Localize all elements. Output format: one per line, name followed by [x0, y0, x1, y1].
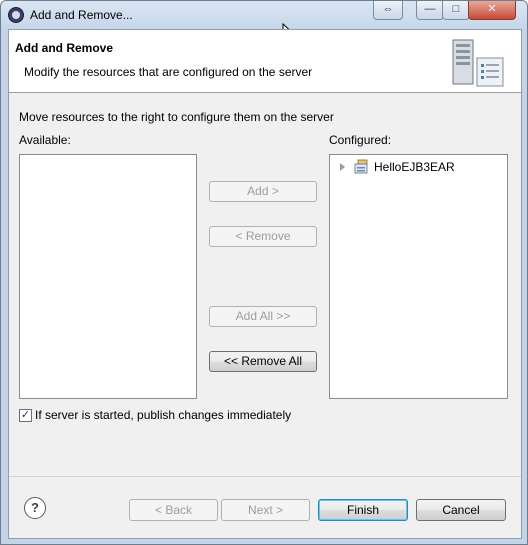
eclipse-icon [8, 7, 24, 23]
back-button[interactable]: < Back [129, 499, 218, 521]
close-button[interactable]: ✕ [468, 1, 516, 20]
help-icon[interactable]: ? [24, 497, 46, 519]
add-remove-dialog: Add and Remove... ⇔ — □ ✕ Add and Remove… [0, 0, 528, 545]
banner-title: Add and Remove [15, 41, 114, 55]
expand-arrow-icon[interactable] [340, 163, 345, 171]
window-title: Add and Remove... [30, 8, 133, 22]
next-button[interactable]: Next > [221, 499, 310, 521]
instruction-text: Move resources to the right to configure… [19, 110, 334, 124]
title-bar[interactable]: Add and Remove... ⇔ — □ ✕ [1, 1, 527, 29]
minimize-button[interactable]: — [416, 1, 444, 20]
server-config-icon [452, 39, 504, 87]
publish-checkbox-label[interactable]: If server is started, publish changes im… [35, 408, 291, 422]
add-all-button[interactable]: Add All >> [209, 306, 317, 327]
publish-checkbox[interactable]: ✓ [19, 409, 32, 422]
finish-button[interactable]: Finish [318, 499, 408, 521]
cancel-button[interactable]: Cancel [416, 499, 506, 521]
remove-button[interactable]: < Remove [209, 226, 317, 247]
add-button[interactable]: Add > [209, 181, 317, 202]
available-label: Available: [19, 133, 71, 147]
available-list[interactable] [19, 154, 197, 399]
configured-label: Configured: [329, 133, 392, 147]
configured-list[interactable]: HelloEJB3EAR [329, 154, 508, 399]
banner-description: Modify the resources that are configured… [24, 65, 313, 79]
dialog-body: Add and Remove Modify the resources that… [8, 29, 522, 539]
maximize-button[interactable]: □ [442, 1, 470, 20]
restore-button[interactable]: ⇔ [373, 1, 403, 20]
footer-separator [9, 476, 521, 477]
wizard-banner: Add and Remove Modify the resources that… [9, 30, 521, 93]
tree-item-label: HelloEJB3EAR [374, 160, 455, 174]
remove-all-button[interactable]: << Remove All [209, 351, 317, 372]
ear-project-icon [354, 159, 368, 174]
